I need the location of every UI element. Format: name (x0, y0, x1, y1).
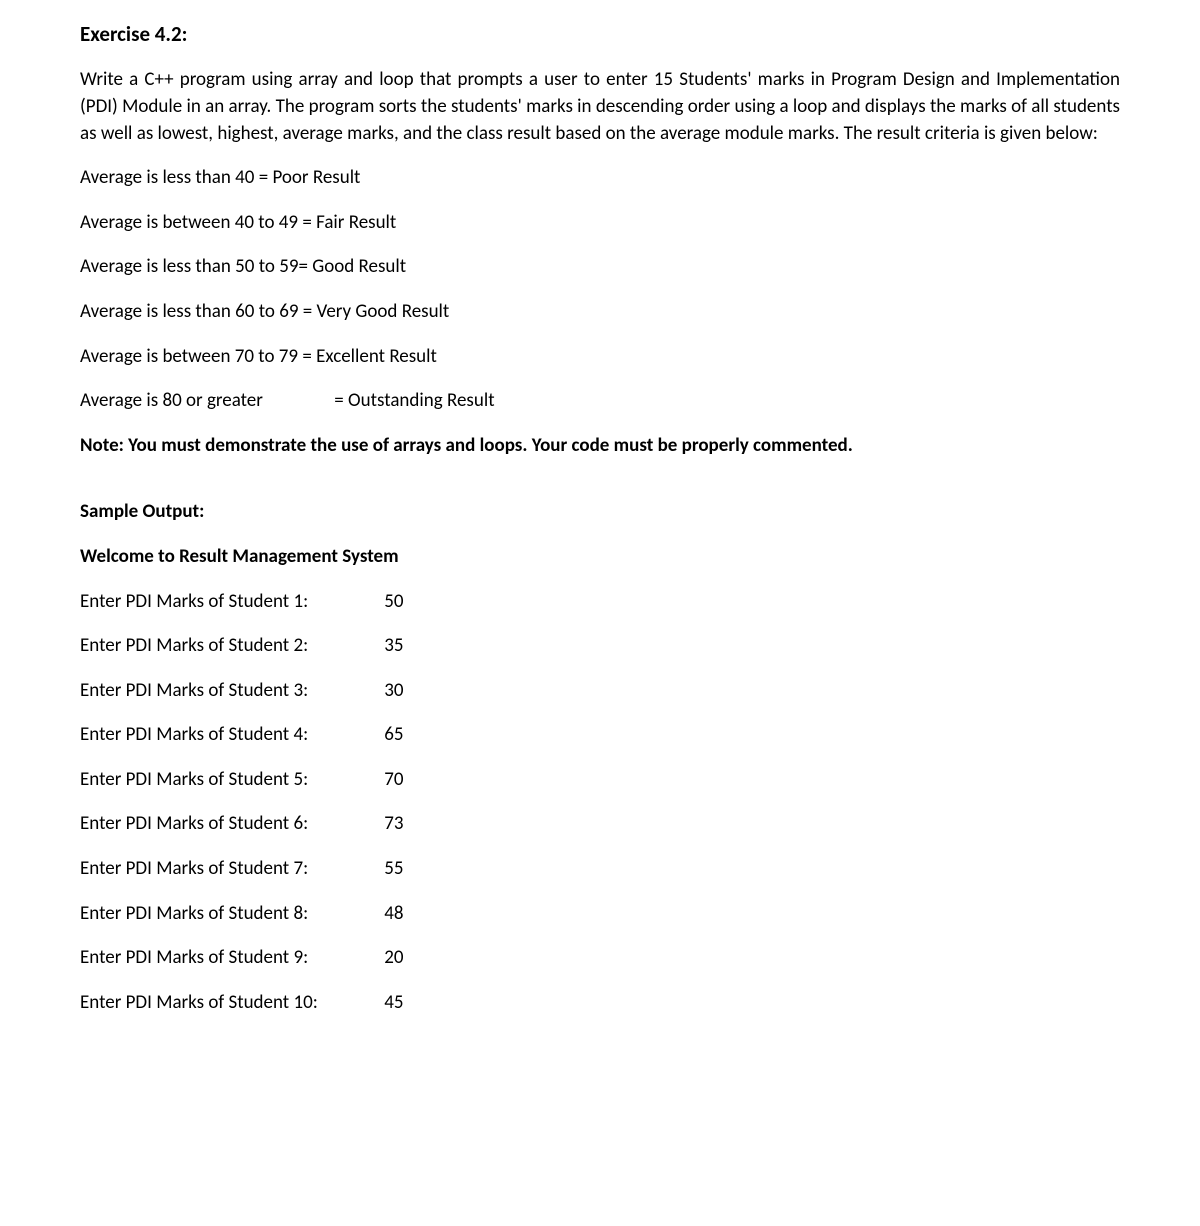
entry-value: 65 (384, 722, 403, 749)
criteria-line: Average is between 70 to 79 = Excellent … (80, 344, 1120, 371)
criteria-line: Average is less than 50 to 59= Good Resu… (80, 254, 1120, 281)
criteria-line: Average is 80 or greater = Outstanding R… (80, 388, 1120, 415)
entry-label: Enter PDI Marks of Student 7: (80, 856, 380, 883)
entry-label: Enter PDI Marks of Student 5: (80, 767, 380, 794)
entry-row: Enter PDI Marks of Student 6: 73 (80, 811, 1120, 838)
criteria-line: Average is between 40 to 49 = Fair Resul… (80, 210, 1120, 237)
criteria-line: Average is less than 40 = Poor Result (80, 165, 1120, 192)
entry-row: Enter PDI Marks of Student 8: 48 (80, 901, 1120, 928)
entry-value: 45 (384, 990, 403, 1017)
intro-paragraph: Write a C++ program using array and loop… (80, 67, 1120, 147)
entry-row: Enter PDI Marks of Student 9: 20 (80, 945, 1120, 972)
entry-label: Enter PDI Marks of Student 1: (80, 589, 380, 616)
criteria-last-result: = Outstanding Result (334, 389, 494, 412)
entry-row: Enter PDI Marks of Student 5: 70 (80, 767, 1120, 794)
entry-value: 35 (384, 633, 403, 660)
exercise-title: Exercise 4.2: (80, 20, 1120, 49)
sample-output-heading: Sample Output: (80, 499, 1120, 526)
entry-label: Enter PDI Marks of Student 9: (80, 945, 380, 972)
entry-label: Enter PDI Marks of Student 4: (80, 722, 380, 749)
entry-value: 20 (384, 945, 403, 972)
entry-label: Enter PDI Marks of Student 8: (80, 901, 380, 928)
entry-row: Enter PDI Marks of Student 3: 30 (80, 678, 1120, 705)
entry-value: 70 (384, 767, 403, 794)
entry-row: Enter PDI Marks of Student 2: 35 (80, 633, 1120, 660)
criteria-line: Average is less than 60 to 69 = Very Goo… (80, 299, 1120, 326)
entry-row: Enter PDI Marks of Student 7: 55 (80, 856, 1120, 883)
entry-label: Enter PDI Marks of Student 10: (80, 990, 380, 1017)
criteria-last-label: Average is 80 or greater (80, 388, 330, 415)
entry-label: Enter PDI Marks of Student 2: (80, 633, 380, 660)
entry-value: 73 (384, 811, 403, 838)
entry-label: Enter PDI Marks of Student 6: (80, 811, 380, 838)
entry-value: 55 (384, 856, 403, 883)
welcome-line: Welcome to Result Management System (80, 544, 1120, 571)
entry-row: Enter PDI Marks of Student 10: 45 (80, 990, 1120, 1017)
entry-value: 48 (384, 901, 403, 928)
entry-row: Enter PDI Marks of Student 4: 65 (80, 722, 1120, 749)
entry-label: Enter PDI Marks of Student 3: (80, 678, 380, 705)
entry-value: 50 (384, 589, 403, 616)
entry-row: Enter PDI Marks of Student 1: 50 (80, 589, 1120, 616)
entry-value: 30 (384, 678, 403, 705)
note-line: Note: You must demonstrate the use of ar… (80, 433, 1120, 460)
